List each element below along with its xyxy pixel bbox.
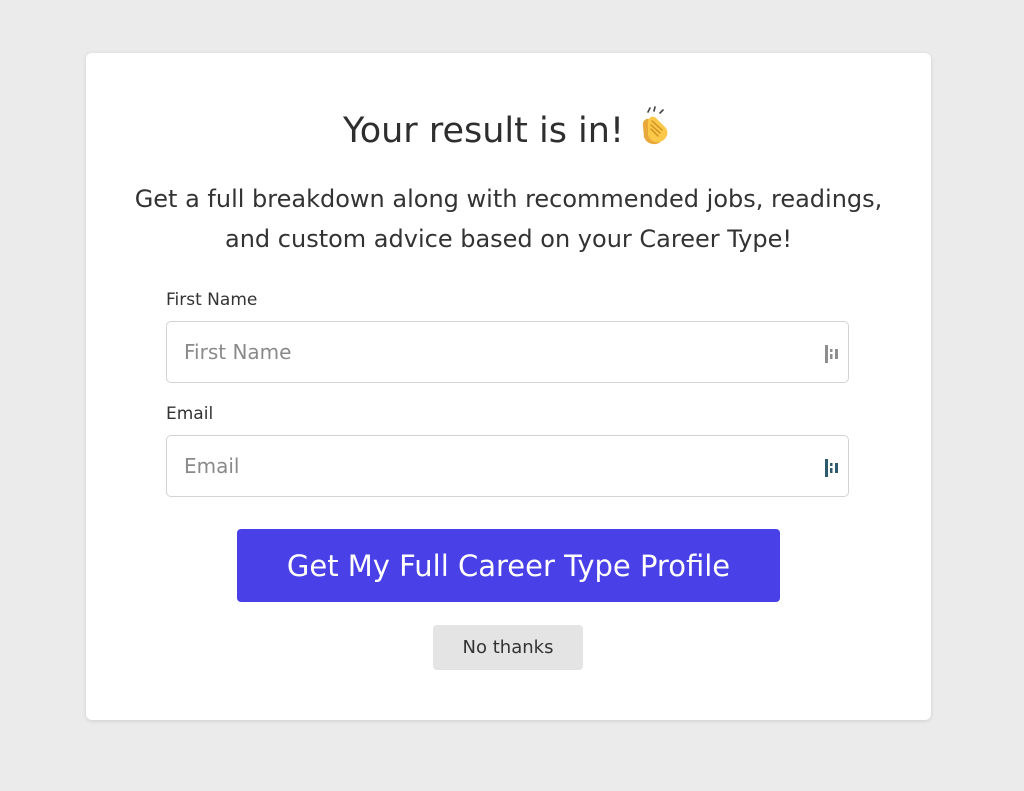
first-name-input[interactable] (184, 322, 804, 382)
first-name-field-wrapper (166, 321, 849, 383)
get-profile-button[interactable]: Get My Full Career Type Profile (237, 529, 780, 602)
email-field-wrapper (166, 435, 849, 497)
result-modal: Your result is in! Get a full breakdown … (86, 53, 931, 720)
modal-title: Your result is in! (86, 106, 931, 158)
first-name-label: First Name (166, 290, 258, 310)
modal-title-text: Your result is in! (342, 111, 624, 151)
autofill-icon[interactable] (824, 458, 840, 478)
clapping-hands-icon (634, 106, 674, 158)
email-label: Email (166, 404, 214, 424)
modal-subtitle: Get a full breakdown along with recommen… (134, 185, 883, 253)
no-thanks-button[interactable]: No thanks (433, 625, 583, 670)
email-input[interactable] (184, 436, 804, 496)
autofill-icon[interactable] (824, 344, 840, 364)
